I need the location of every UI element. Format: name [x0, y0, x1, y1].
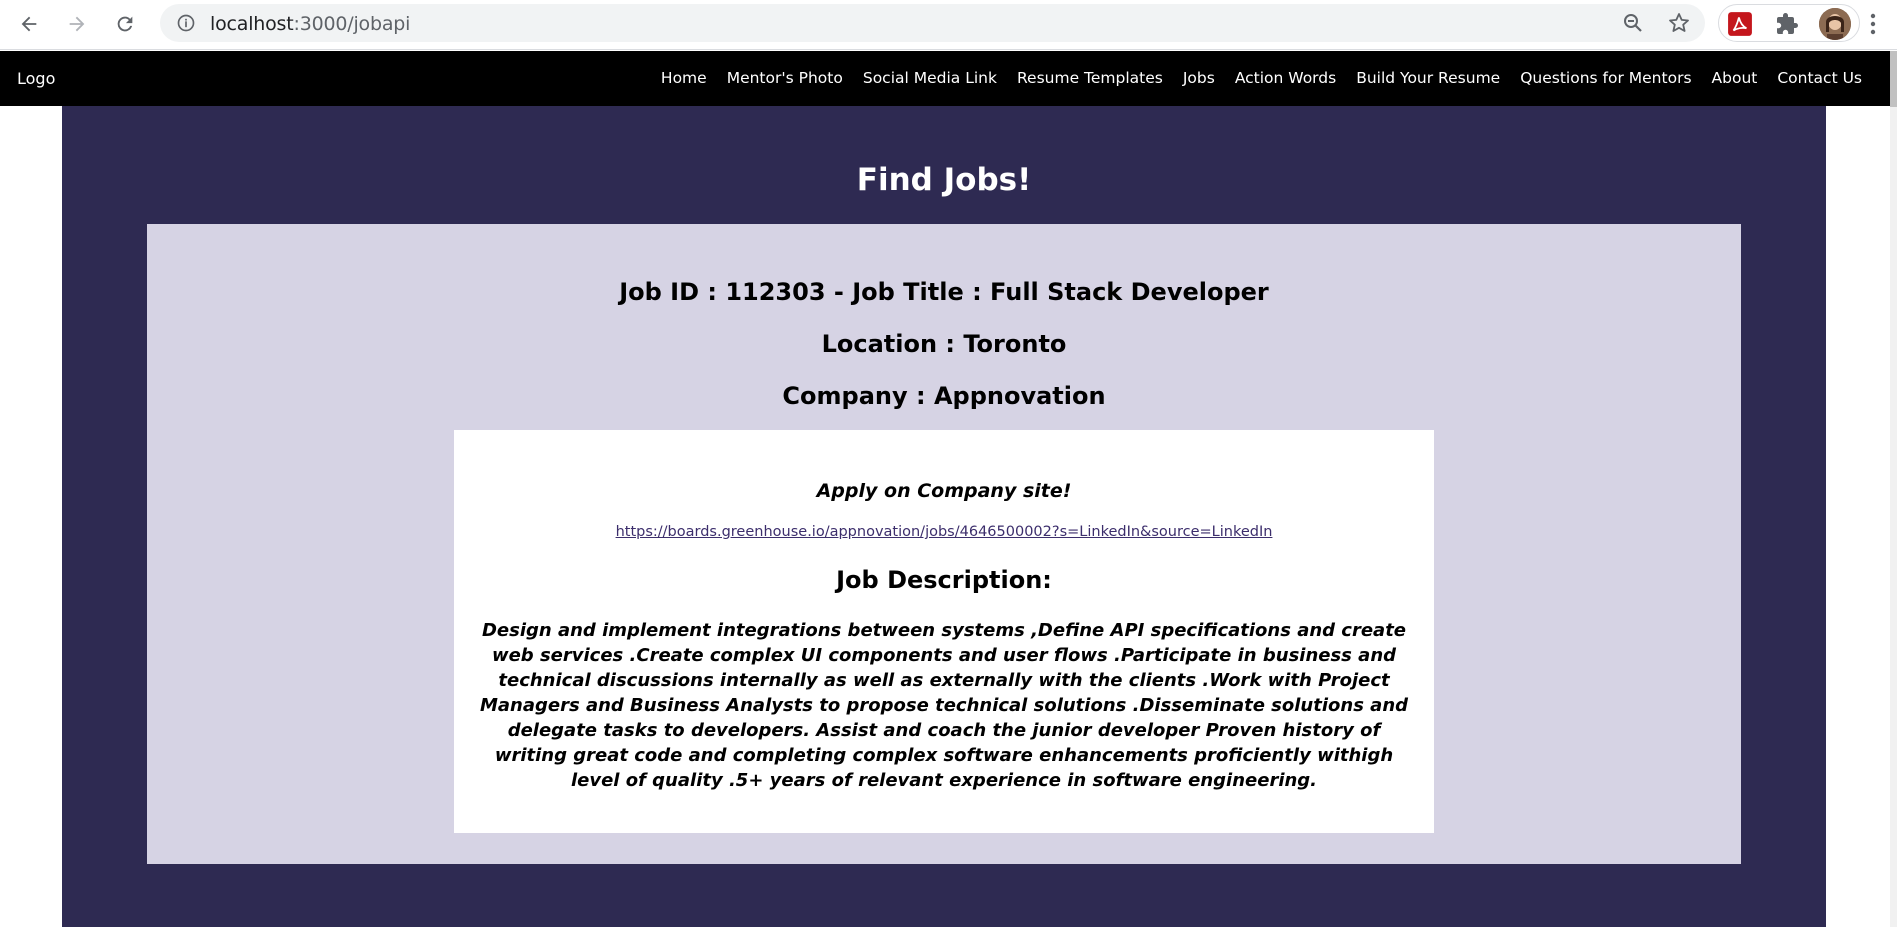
nav-link-social-media[interactable]: Social Media Link [863, 69, 997, 87]
back-arrow-icon[interactable] [12, 7, 46, 41]
nav-link-action-words[interactable]: Action Words [1235, 69, 1336, 87]
job-card: Job ID : 112303 - Job Title : Full Stack… [147, 224, 1741, 864]
nav-links: Home Mentor's Photo Social Media Link Re… [661, 69, 1862, 87]
job-id-title: Job ID : 112303 - Job Title : Full Stack… [619, 278, 1269, 306]
browser-toolbar: localhost:3000/jobapi [0, 0, 1897, 50]
nav-link-about[interactable]: About [1712, 69, 1758, 87]
site-navbar: Logo Home Mentor's Photo Social Media Li… [0, 51, 1890, 106]
pdf-extension-icon[interactable] [1724, 8, 1756, 40]
job-description-heading: Job Description: [836, 566, 1052, 594]
job-details-panel: Apply on Company site! https://boards.gr… [454, 430, 1434, 833]
apply-link[interactable]: https://boards.greenhouse.io/appnovation… [616, 524, 1273, 540]
apply-link-container: https://boards.greenhouse.io/appnovation… [454, 524, 1434, 540]
job-location: Location : Toronto [821, 330, 1067, 358]
nav-link-jobs[interactable]: Jobs [1183, 69, 1215, 87]
nav-link-home[interactable]: Home [661, 69, 707, 87]
avatar[interactable] [1819, 8, 1851, 40]
page-title: Find Jobs! [856, 162, 1032, 198]
url-host: localhost [210, 13, 294, 35]
kebab-menu-icon[interactable] [1861, 8, 1885, 40]
apply-label: Apply on Company site! [816, 480, 1072, 502]
job-company: Company : Appnovation [782, 382, 1106, 410]
url-text[interactable]: localhost:3000/jobapi [210, 13, 410, 35]
nav-link-resume-templates[interactable]: Resume Templates [1017, 69, 1163, 87]
address-bar[interactable]: localhost:3000/jobapi [160, 4, 1705, 42]
reload-icon[interactable] [108, 7, 142, 41]
star-icon[interactable] [1667, 11, 1691, 40]
zoom-icon[interactable] [1621, 11, 1645, 40]
info-icon[interactable] [176, 13, 196, 38]
nav-link-build-resume[interactable]: Build Your Resume [1356, 69, 1500, 87]
page-scrollbar[interactable] [1890, 51, 1897, 927]
main-section: Find Jobs! Job ID : 112303 - Job Title :… [62, 106, 1826, 927]
nav-link-questions-mentors[interactable]: Questions for Mentors [1520, 69, 1691, 87]
scrollbar-thumb[interactable] [1890, 51, 1897, 107]
url-path: :3000/jobapi [293, 13, 411, 35]
nav-link-contact[interactable]: Contact Us [1777, 69, 1862, 87]
nav-link-mentors-photo[interactable]: Mentor's Photo [727, 69, 843, 87]
forward-arrow-icon[interactable] [60, 7, 94, 41]
job-description-text: Design and implement integrations betwee… [479, 620, 1409, 791]
site-logo[interactable]: Logo [17, 69, 55, 88]
puzzle-icon[interactable] [1771, 8, 1803, 40]
